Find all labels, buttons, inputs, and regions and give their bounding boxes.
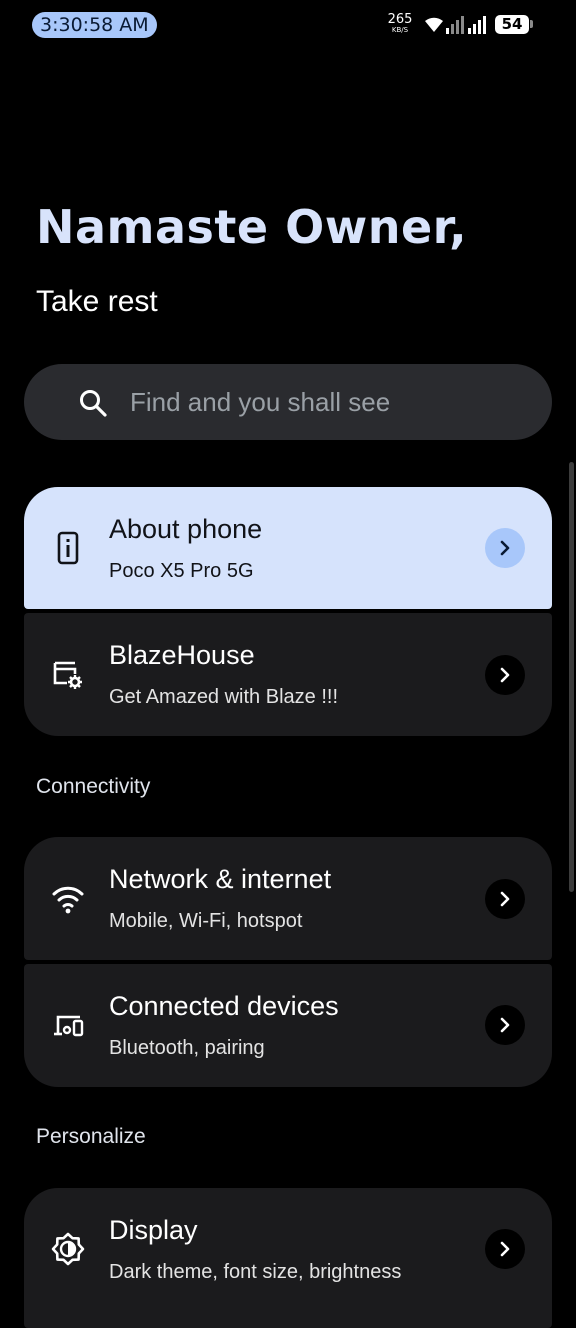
scrollbar[interactable] bbox=[569, 462, 574, 892]
signal-strength-icon-2 bbox=[468, 16, 486, 34]
blazehouse-item[interactable]: BlazeHouse Get Amazed with Blaze !!! bbox=[24, 613, 552, 736]
display-summary: Dark theme, font size, brightness bbox=[109, 1261, 402, 1283]
network-internet-summary: Mobile, Wi-Fi, hotspot bbox=[109, 910, 303, 932]
network-internet-chevron[interactable] bbox=[485, 879, 525, 919]
network-speed-value: 265 bbox=[387, 12, 413, 27]
wifi-status-icon bbox=[425, 17, 443, 32]
connected-devices-summary: Bluetooth, pairing bbox=[109, 1037, 265, 1059]
wifi-icon bbox=[52, 886, 84, 914]
network-speed-unit: KB/S bbox=[391, 26, 409, 34]
connected-devices-title: Connected devices bbox=[109, 991, 339, 1021]
chevron-right-icon bbox=[500, 667, 510, 683]
chevron-right-icon bbox=[500, 540, 510, 556]
blazehouse-summary: Get Amazed with Blaze !!! bbox=[109, 686, 338, 708]
blazehouse-chevron[interactable] bbox=[485, 655, 525, 695]
battery-tip bbox=[530, 20, 533, 28]
devices-icon bbox=[54, 1015, 84, 1037]
about-phone-chevron[interactable] bbox=[485, 528, 525, 568]
chevron-right-icon bbox=[500, 891, 510, 907]
display-chevron[interactable] bbox=[485, 1229, 525, 1269]
display-item[interactable]: Display Dark theme, font size, brightnes… bbox=[24, 1188, 552, 1328]
network-speed: 265 KB/S bbox=[384, 13, 416, 34]
settings-gear-icon bbox=[53, 661, 82, 689]
blazehouse-title: BlazeHouse bbox=[109, 640, 255, 670]
chevron-right-icon bbox=[500, 1017, 510, 1033]
chevron-right-icon bbox=[500, 1241, 510, 1257]
network-internet-title: Network & internet bbox=[109, 864, 332, 894]
about-phone-summary: Poco X5 Pro 5G bbox=[109, 560, 254, 582]
greeting-subtitle: Take rest bbox=[36, 285, 158, 318]
about-phone-title: About phone bbox=[109, 514, 263, 544]
search-icon bbox=[80, 390, 107, 417]
section-header-connectivity: Connectivity bbox=[36, 775, 151, 798]
display-title: Display bbox=[109, 1215, 198, 1245]
network-internet-item[interactable]: Network & internet Mobile, Wi-Fi, hotspo… bbox=[24, 837, 552, 960]
about-phone-item[interactable]: About phone Poco X5 Pro 5G bbox=[24, 487, 552, 609]
section-header-personalize: Personalize bbox=[36, 1125, 146, 1148]
search-bar[interactable]: Find and you shall see bbox=[24, 364, 552, 440]
signal-strength-icon bbox=[446, 16, 464, 34]
phone-info-icon bbox=[57, 531, 79, 565]
battery-indicator: 54 bbox=[495, 15, 529, 34]
greeting-title: Namaste Owner, bbox=[36, 200, 468, 254]
connected-devices-chevron[interactable] bbox=[485, 1005, 525, 1045]
status-bar: 3:30:58 AM 265 KB/S 54 bbox=[0, 0, 576, 50]
brightness-icon bbox=[51, 1232, 85, 1266]
connected-devices-item[interactable]: Connected devices Bluetooth, pairing bbox=[24, 964, 552, 1087]
status-clock: 3:30:58 AM bbox=[32, 12, 157, 38]
search-input[interactable]: Find and you shall see bbox=[130, 364, 390, 440]
